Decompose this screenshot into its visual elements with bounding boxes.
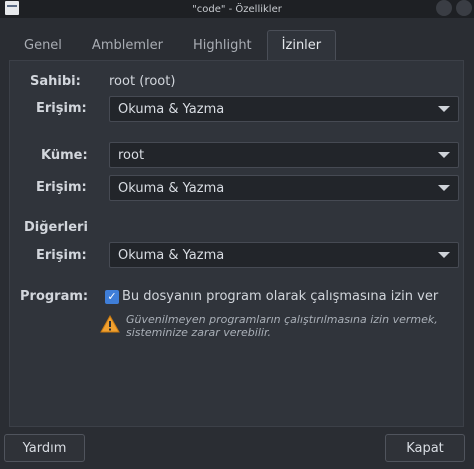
chevron-down-icon — [438, 106, 450, 112]
group-label: Küme: — [41, 148, 88, 163]
minimize-button[interactable] — [436, 0, 452, 16]
chevron-down-icon — [438, 152, 450, 158]
group-access-value: Okuma & Yazma — [118, 180, 225, 196]
others-access-label: Erişim: — [36, 248, 87, 263]
program-label: Program: — [20, 289, 89, 304]
others-heading: Diğerleri — [24, 220, 88, 235]
warning-text: Güvenilmeyen programların çalıştırılması… — [126, 313, 438, 339]
others-access-select[interactable]: Okuma & Yazma — [109, 242, 459, 268]
window-title: "code" - Özellikler — [192, 3, 282, 15]
owner-access-select[interactable]: Okuma & Yazma — [109, 96, 459, 122]
window-app-icon — [5, 1, 19, 15]
program-checkbox-label[interactable]: Bu dosyanın program olarak çalışmasına i… — [122, 289, 438, 304]
group-value: root — [118, 147, 145, 163]
owner-value: root (root) — [109, 74, 176, 89]
tab-bar: Genel Amblemler Highlight İzinler — [9, 30, 337, 60]
owner-access-value: Okuma & Yazma — [118, 101, 225, 117]
help-button[interactable]: Yardım — [4, 434, 85, 462]
group-access-select[interactable]: Okuma & Yazma — [109, 175, 459, 201]
group-select[interactable]: root — [109, 142, 459, 168]
tab-highlight[interactable]: Highlight — [178, 30, 267, 60]
close-button[interactable]: Kapat — [385, 434, 465, 462]
owner-label: Sahibi: — [30, 74, 81, 89]
owner-access-label: Erişim: — [36, 101, 87, 116]
warning-icon — [100, 315, 120, 333]
group-access-label: Erişim: — [36, 180, 87, 195]
tab-izinler[interactable]: İzinler — [266, 30, 337, 60]
title-bar: "code" - Özellikler — [0, 0, 474, 18]
tab-amblemler[interactable]: Amblemler — [77, 30, 178, 60]
others-access-value: Okuma & Yazma — [118, 247, 225, 263]
close-window-button[interactable] — [456, 0, 472, 16]
program-executable-checkbox[interactable]: ✓ — [105, 290, 119, 304]
chevron-down-icon — [438, 252, 450, 258]
chevron-down-icon — [438, 185, 450, 191]
permissions-panel: Sahibi: root (root) Erişim: Okuma & Yazm… — [9, 60, 464, 427]
tab-genel[interactable]: Genel — [9, 30, 77, 60]
